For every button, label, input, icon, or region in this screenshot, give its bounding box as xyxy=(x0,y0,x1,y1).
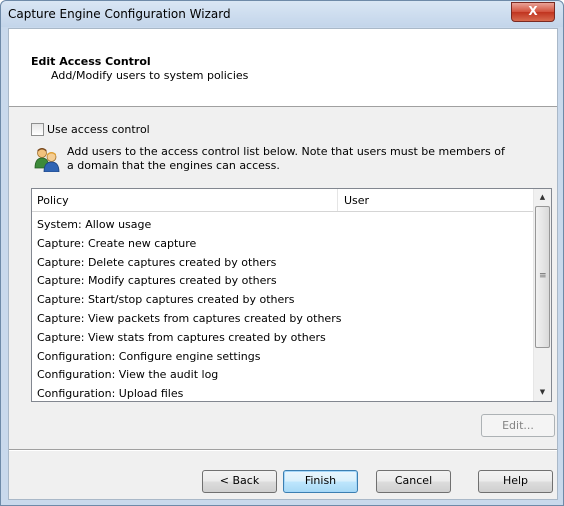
close-button[interactable]: X xyxy=(511,2,555,22)
policy-list[interactable]: Policy User System: Allow usage Capture:… xyxy=(31,188,552,402)
users-icon xyxy=(34,146,60,173)
list-row[interactable]: Configuration: View the audit log xyxy=(37,366,341,385)
help-button[interactable]: Help xyxy=(478,470,553,493)
cancel-button[interactable]: Cancel xyxy=(376,470,451,493)
use-access-control-checkbox[interactable] xyxy=(31,123,44,136)
access-control-info-text: Add users to the access control list bel… xyxy=(67,145,505,172)
wizard-content: Edit Access Control Add/Modify users to … xyxy=(8,28,558,500)
title-bar: Capture Engine Configuration Wizard X xyxy=(1,1,563,27)
scroll-thumb[interactable]: ≡ xyxy=(535,206,550,348)
finish-button[interactable]: Finish xyxy=(283,470,358,493)
list-row[interactable]: System: Allow usage xyxy=(37,216,341,235)
list-row[interactable]: Capture: Modify captures created by othe… xyxy=(37,272,341,291)
list-row[interactable]: Configuration: Upload files xyxy=(37,385,341,404)
list-row[interactable]: Configuration: Configure engine settings xyxy=(37,348,341,367)
wizard-header: Edit Access Control Add/Modify users to … xyxy=(9,29,557,107)
list-row[interactable]: Capture: Delete captures created by othe… xyxy=(37,254,341,273)
page-title: Edit Access Control xyxy=(31,55,151,68)
vertical-scrollbar[interactable]: ▲ ≡ ▼ xyxy=(533,189,551,401)
window-title: Capture Engine Configuration Wizard xyxy=(8,7,231,21)
wizard-window: Capture Engine Configuration Wizard X Ed… xyxy=(0,0,564,506)
list-row[interactable]: Capture: Start/stop captures created by … xyxy=(37,291,341,310)
edit-button[interactable]: Edit... xyxy=(481,414,555,437)
list-row[interactable]: Capture: View stats from captures create… xyxy=(37,329,341,348)
list-rows: System: Allow usage Capture: Create new … xyxy=(37,216,341,404)
list-header: Policy User xyxy=(32,189,534,212)
page-subtitle: Add/Modify users to system policies xyxy=(51,69,249,82)
scroll-up-arrow-icon[interactable]: ▲ xyxy=(534,189,551,206)
list-row[interactable]: Capture: View packets from captures crea… xyxy=(37,310,341,329)
column-header-user[interactable]: User xyxy=(344,194,369,207)
use-access-control-label[interactable]: Use access control xyxy=(47,123,150,136)
scroll-down-arrow-icon[interactable]: ▼ xyxy=(534,384,551,401)
column-divider[interactable] xyxy=(337,189,338,211)
close-icon: X xyxy=(528,4,538,18)
back-button[interactable]: < Back xyxy=(202,470,277,493)
footer-divider xyxy=(9,449,557,451)
column-header-policy[interactable]: Policy xyxy=(37,194,69,207)
scroll-grip-icon: ≡ xyxy=(539,271,547,281)
list-row[interactable]: Capture: Create new capture xyxy=(37,235,341,254)
